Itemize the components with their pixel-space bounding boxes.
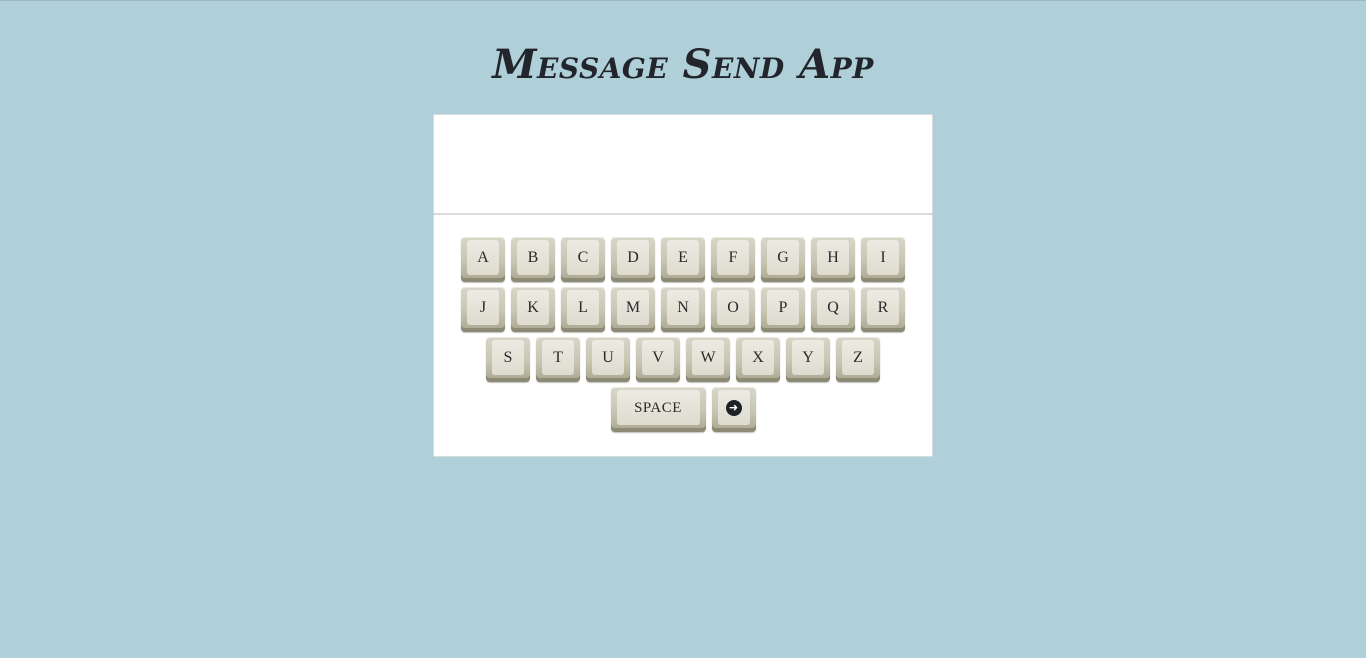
key-w[interactable]: W — [686, 337, 730, 382]
key-label: G — [777, 249, 789, 266]
key-h[interactable]: H — [811, 237, 855, 282]
key-m[interactable]: M — [611, 287, 655, 332]
key-label: U — [602, 349, 614, 366]
key-label: S — [503, 349, 513, 366]
key-row-1: A B C D E F G H I — [434, 237, 932, 282]
space-key-label: SPACE — [634, 399, 682, 416]
key-label: P — [778, 299, 788, 316]
key-j[interactable]: J — [461, 287, 505, 332]
key-label: W — [700, 349, 716, 366]
key-label: A — [477, 249, 489, 266]
key-label: Z — [853, 349, 863, 366]
key-k[interactable]: K — [511, 287, 555, 332]
key-label: T — [553, 349, 563, 366]
key-label: J — [479, 299, 487, 316]
key-label: D — [627, 249, 639, 266]
key-label: Y — [802, 349, 814, 366]
key-e[interactable]: E — [661, 237, 705, 282]
key-o[interactable]: O — [711, 287, 755, 332]
key-p[interactable]: P — [761, 287, 805, 332]
key-label: E — [678, 249, 688, 266]
key-label: F — [728, 249, 738, 266]
app-title: Message Send App — [492, 41, 874, 88]
key-label: V — [652, 349, 664, 366]
key-r[interactable]: R — [861, 287, 905, 332]
key-label: L — [578, 299, 588, 316]
key-label: I — [880, 249, 886, 266]
keyboard: A B C D E F G H I J K L M N O P Q R S T … — [433, 214, 933, 457]
message-display — [433, 114, 933, 214]
key-a[interactable]: A — [461, 237, 505, 282]
key-label: C — [577, 249, 589, 266]
key-s[interactable]: S — [486, 337, 530, 382]
key-u[interactable]: U — [586, 337, 630, 382]
key-row-4: SPACE ➜ — [434, 387, 932, 432]
key-x[interactable]: X — [736, 337, 780, 382]
arrow-circle-right-icon: ➜ — [725, 400, 742, 416]
key-n[interactable]: N — [661, 287, 705, 332]
key-label: B — [527, 249, 539, 266]
key-label: O — [727, 299, 739, 316]
key-label: Q — [827, 299, 839, 316]
key-f[interactable]: F — [711, 237, 755, 282]
key-y[interactable]: Y — [786, 337, 830, 382]
send-button[interactable]: ➜ — [711, 387, 756, 432]
key-t[interactable]: T — [536, 337, 580, 382]
key-l[interactable]: L — [561, 287, 605, 332]
key-i[interactable]: I — [861, 237, 905, 282]
key-g[interactable]: G — [761, 237, 805, 282]
space-key[interactable]: SPACE — [610, 387, 706, 432]
key-v[interactable]: V — [636, 337, 680, 382]
key-c[interactable]: C — [561, 237, 605, 282]
key-b[interactable]: B — [511, 237, 555, 282]
key-row-2: J K L M N O P Q R — [434, 287, 932, 332]
key-d[interactable]: D — [611, 237, 655, 282]
key-z[interactable]: Z — [836, 337, 880, 382]
key-label: M — [625, 299, 641, 316]
key-row-3: S T U V W X Y Z — [434, 337, 932, 382]
key-label: H — [827, 249, 839, 266]
key-q[interactable]: Q — [811, 287, 855, 332]
key-label: N — [677, 299, 689, 316]
key-label: K — [527, 299, 539, 316]
key-label: R — [877, 299, 889, 316]
key-label: X — [752, 349, 764, 366]
